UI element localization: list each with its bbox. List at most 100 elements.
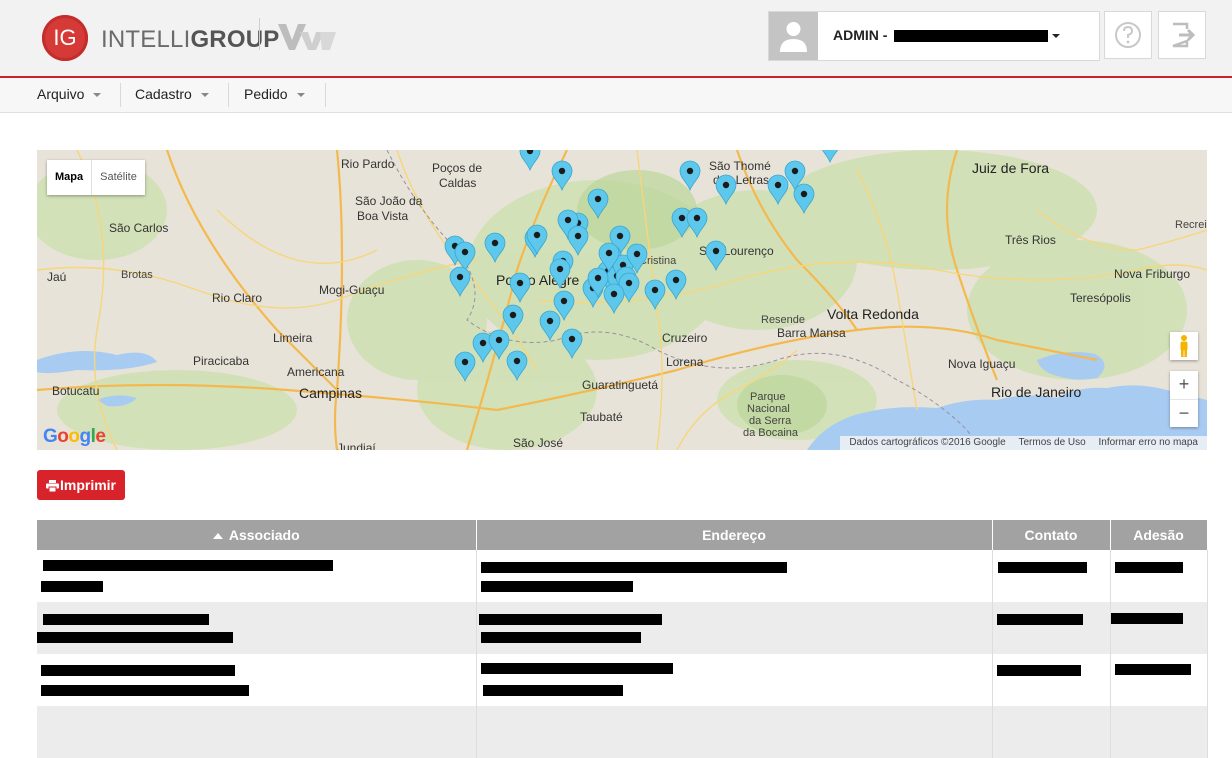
city-label: Barra Mansa <box>777 326 846 340</box>
google-logo-letter: e <box>95 426 106 447</box>
map-data-credit: Dados cartográficos ©2016 Google <box>849 437 1006 448</box>
city-label: São José <box>513 436 563 450</box>
intelligroup-logo-badge[interactable]: IG <box>42 15 88 61</box>
redacted-text <box>996 665 1081 676</box>
redacted-text <box>478 614 662 625</box>
city-label: Rio Claro <box>212 291 262 305</box>
column-header-endereco[interactable]: Endereço <box>476 520 993 550</box>
sort-ascending-icon <box>212 533 223 539</box>
column-header-associado[interactable]: Associado <box>37 520 477 550</box>
city-label: Lorena <box>666 355 704 369</box>
redacted-text <box>996 614 1083 625</box>
city-label: São Carlos <box>109 221 168 235</box>
google-logo-letter: G <box>43 426 58 447</box>
chevron-down-icon <box>1052 34 1060 38</box>
cell-associado <box>37 654 477 706</box>
google-logo-letter: g <box>79 426 92 447</box>
zoom-out-button[interactable]: − <box>1170 400 1198 428</box>
logout-button[interactable] <box>1158 11 1206 59</box>
map-type-control: Mapa Satélite <box>47 160 145 195</box>
cell-endereco <box>476 602 993 654</box>
print-button-label: Imprimir <box>59 477 116 493</box>
map-type-mapa-button[interactable]: Mapa <box>47 160 93 195</box>
city-label: Jaú <box>47 270 66 284</box>
column-header-associado-label: Associado <box>228 527 300 543</box>
city-label: Cruzeiro <box>662 331 708 345</box>
table-row[interactable] <box>37 654 1208 706</box>
redacted-text <box>480 632 641 643</box>
user-dropdown[interactable]: ADMIN - <box>768 11 1100 61</box>
redacted-text <box>1110 613 1183 624</box>
cell-contato <box>992 706 1111 758</box>
city-label: São Thomé <box>709 159 771 173</box>
zoom-in-button[interactable]: + <box>1170 371 1198 400</box>
table-header-row: Associado Endereço Contato Adesão <box>37 520 1208 550</box>
table-row[interactable] <box>37 706 1208 758</box>
redacted-text <box>1114 664 1191 675</box>
city-label: Recreio <box>1175 219 1207 231</box>
logo-badge-text: IG <box>53 25 77 50</box>
logout-icon <box>1172 22 1196 48</box>
city-label: da Serra <box>749 415 792 427</box>
column-header-adesao[interactable]: Adesão <box>1110 520 1208 550</box>
menu-cadastro[interactable]: Cadastro <box>135 78 209 111</box>
city-label: Jundiaí <box>337 441 376 450</box>
redacted-text <box>1114 562 1183 573</box>
redacted-text <box>997 562 1087 573</box>
print-button[interactable]: Imprimir <box>37 470 125 500</box>
user-avatar-icon <box>780 22 807 52</box>
google-logo-letter: o <box>68 426 80 447</box>
city-label: Campinas <box>299 385 362 401</box>
redacted-text <box>482 685 623 696</box>
cell-associado <box>37 550 477 602</box>
cell-associado <box>37 706 477 758</box>
redacted-text <box>41 665 235 676</box>
menu-cadastro-label: Cadastro <box>135 86 192 102</box>
map-type-satelite-button[interactable]: Satélite <box>92 160 145 195</box>
report-map-error-link[interactable]: Informar erro no mapa <box>1099 437 1199 448</box>
question-icon <box>1115 22 1141 48</box>
redacted-text <box>41 685 249 696</box>
city-label: Piracicaba <box>193 354 249 368</box>
city-label: São João da <box>355 194 423 208</box>
menu-pedido[interactable]: Pedido <box>244 78 305 111</box>
logo-text-bold: GROUP <box>190 26 280 53</box>
city-label: da Bocaina <box>743 427 799 439</box>
table-row[interactable] <box>37 602 1208 654</box>
redacted-text <box>43 560 333 571</box>
google-logo-letter: o <box>57 426 69 447</box>
column-header-endereco-label: Endereço <box>702 527 766 543</box>
terms-of-use-link[interactable]: Termos de Uso <box>1018 437 1085 448</box>
menu-divider <box>228 83 229 107</box>
map-canvas[interactable]: Poços deCaldas Rio Pardo São João daBoa Vi… <box>37 150 1207 450</box>
google-logo[interactable]: Google <box>43 426 106 448</box>
city-label: Rio de Janeiro <box>991 384 1081 400</box>
city-label: Boa Vista <box>357 209 408 223</box>
redacted-text <box>43 614 209 625</box>
chevron-down-icon <box>200 93 209 98</box>
chevron-down-icon <box>93 93 102 98</box>
map-attribution: Dados cartográficos ©2016 Google Termos … <box>840 436 1207 450</box>
logo-text-light: INTELLI <box>101 26 191 53</box>
city-label: Nova Friburgo <box>1114 267 1190 281</box>
city-label: Parque <box>750 391 785 403</box>
redacted-text <box>480 663 673 674</box>
cell-adesao <box>1110 550 1208 602</box>
city-label: Mogi-Guaçu <box>319 283 384 297</box>
cell-endereco <box>476 550 993 602</box>
printer-icon <box>45 480 59 493</box>
top-header: IG INTELLIGROUP ADMIN - <box>0 0 1232 78</box>
city-label: Botucatu <box>52 384 99 398</box>
help-button[interactable] <box>1104 11 1152 59</box>
city-label: Juiz de Fora <box>972 160 1049 176</box>
menu-arquivo[interactable]: Arquivo <box>37 78 102 111</box>
city-label: Caldas <box>439 176 476 190</box>
city-label: Poços de <box>432 161 482 175</box>
column-header-contato[interactable]: Contato <box>992 520 1111 550</box>
associates-map[interactable]: Poços de Caldas Rio Pardo São João da Boa Vi… <box>37 150 1207 450</box>
table-row[interactable] <box>37 550 1208 602</box>
zoom-control: + − <box>1170 371 1198 427</box>
street-view-pegman-button[interactable] <box>1170 332 1198 360</box>
menu-divider <box>325 83 326 107</box>
menu-pedido-label: Pedido <box>244 86 288 102</box>
